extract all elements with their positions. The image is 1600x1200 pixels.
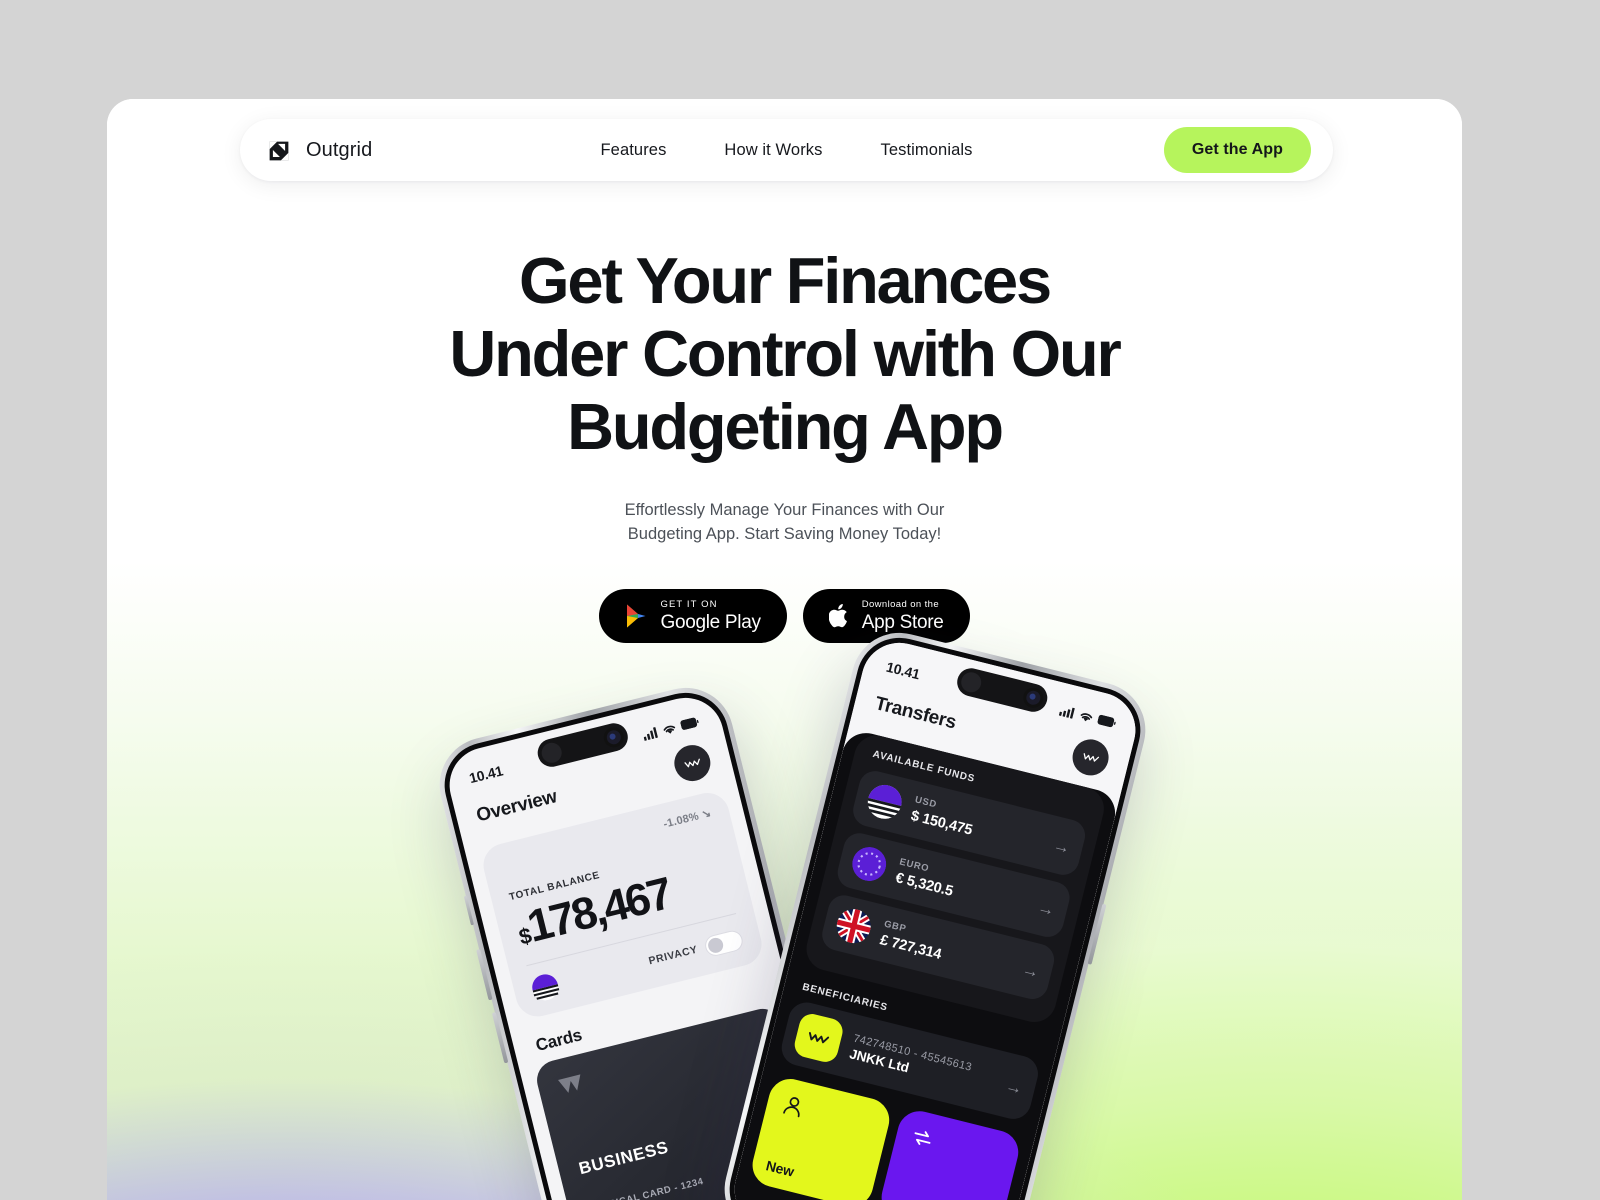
transfers-title: Transfers: [872, 693, 959, 734]
fund-text: GBP £ 727,314: [878, 919, 1014, 980]
zigzag-logo-icon: [809, 1031, 830, 1043]
battery-icon: [680, 717, 699, 730]
status-time-right: 10.41: [884, 658, 922, 683]
front-camera-icon: [601, 725, 626, 750]
nav-link-features[interactable]: Features: [601, 141, 667, 160]
us-flag-icon: [532, 974, 560, 1001]
balance-delta-value: -1.08%: [662, 810, 701, 831]
page-title: Get Your Finances Under Control with Our…: [107, 244, 1462, 463]
hero-subtitle-line-1: Effortlessly Manage Your Finances with O…: [624, 501, 945, 519]
eu-flag-icon: [849, 843, 890, 884]
card-brand-logo-icon: [558, 1074, 581, 1093]
apple-icon: [828, 603, 847, 628]
avatar[interactable]: [670, 741, 715, 785]
app-store-bottom: App Store: [861, 611, 944, 633]
phone-right-bezel: 10.41 Transfers AVAILABLE FUNDS USD $ 15…: [720, 628, 1150, 1200]
person-icon: [783, 1097, 800, 1118]
cellular-signal-icon: [1059, 707, 1075, 719]
status-icons-left: [642, 716, 700, 741]
battery-icon: [1097, 714, 1116, 728]
nav-link-testimonials[interactable]: Testimonials: [881, 141, 973, 160]
new-beneficiary-label: New: [764, 1157, 796, 1180]
hero-content: Outgrid Features How it Works Testimonia…: [107, 99, 1462, 1200]
hero-title-line-2: Under Control with Our: [449, 317, 1121, 390]
wifi-icon: [663, 725, 676, 734]
arrow-right-icon[interactable]: →: [1004, 1075, 1025, 1098]
hero-subtitle: Effortlessly Manage Your Finances with O…: [107, 499, 1462, 547]
trend-down-icon: ↘: [700, 807, 713, 822]
avatar[interactable]: [1068, 735, 1113, 780]
new-beneficiary-tile[interactable]: New: [747, 1074, 894, 1200]
get-the-app-button[interactable]: Get the App: [1163, 127, 1311, 173]
gb-flag-icon: [833, 905, 875, 947]
cellular-signal-icon: [643, 726, 658, 741]
fund-text: EURO € 5,320.5: [894, 856, 1030, 917]
brand-logo[interactable]: Outgrid: [264, 135, 372, 165]
phone-right-screen: 10.41 Transfers AVAILABLE FUNDS USD $ 15…: [726, 634, 1144, 1200]
arrow-right-icon[interactable]: →: [1051, 835, 1072, 858]
status-icons-right: [1059, 704, 1117, 728]
google-play-text: GET IT ON Google Play: [660, 599, 761, 633]
hero-title-line-1: Get Your Finances: [519, 244, 1052, 317]
hero-subtitle-line-2: Budgeting App. Start Saving Money Today!: [627, 524, 942, 543]
hero-card: Outgrid Features How it Works Testimonia…: [107, 99, 1462, 1200]
page-root: Outgrid Features How it Works Testimonia…: [0, 0, 1600, 1200]
zigzag-logo-icon: [1083, 752, 1099, 762]
arrow-right-icon[interactable]: →: [1036, 897, 1057, 920]
beneficiary-avatar: [791, 1011, 846, 1065]
navbar: Outgrid Features How it Works Testimonia…: [240, 119, 1333, 181]
app-store-text: Download on the App Store: [862, 600, 944, 632]
card-name: BUSINESS: [576, 1137, 671, 1179]
app-store-top: Download on the: [861, 599, 940, 611]
status-time-left: 10.41: [467, 762, 505, 787]
fund-text: USD $ 150,475: [909, 794, 1045, 855]
store-badge-row: GET IT ON Google Play Download on the Ap…: [107, 588, 1462, 643]
privacy-label: PRIVACY: [647, 943, 700, 968]
card-meta: PHYSICAL CARD - 1234: [588, 1175, 705, 1200]
phone-mockup-transfers: 10.41 Transfers AVAILABLE FUNDS USD $ 15…: [714, 622, 1156, 1200]
privacy-control[interactable]: PRIVACY: [646, 928, 745, 972]
front-camera-icon: [1021, 685, 1046, 710]
overview-title: Overview: [474, 786, 560, 827]
transfers-content: 10.41 Transfers AVAILABLE FUNDS USD $ 15…: [736, 635, 1143, 1200]
outgrid-logo-icon: [269, 141, 289, 161]
nav-link-how-it-works[interactable]: How it Works: [724, 141, 822, 160]
swap-icon: [914, 1131, 931, 1145]
google-play-icon: [627, 604, 646, 628]
google-play-badge[interactable]: GET IT ON Google Play: [599, 588, 787, 643]
brand-name: Outgrid: [306, 138, 373, 161]
us-flag-icon: [864, 781, 905, 822]
google-play-top: GET IT ON: [660, 599, 718, 611]
google-play-bottom: Google Play: [660, 611, 761, 633]
arrow-right-icon[interactable]: →: [1020, 959, 1041, 982]
zigzag-logo-icon: [683, 758, 700, 768]
exchange-tile[interactable]: [876, 1106, 1023, 1200]
face-id-sensor-icon: [539, 740, 564, 765]
wifi-icon: [1080, 712, 1093, 721]
hero-title-line-3: Budgeting App: [567, 390, 1004, 463]
hero-copy: Get Your Finances Under Control with Our…: [107, 244, 1462, 643]
privacy-toggle[interactable]: [702, 928, 745, 958]
beneficiary-text: 742748510 - 45545613 JNKK Ltd: [848, 1032, 998, 1096]
face-id-sensor-icon: [959, 670, 984, 695]
